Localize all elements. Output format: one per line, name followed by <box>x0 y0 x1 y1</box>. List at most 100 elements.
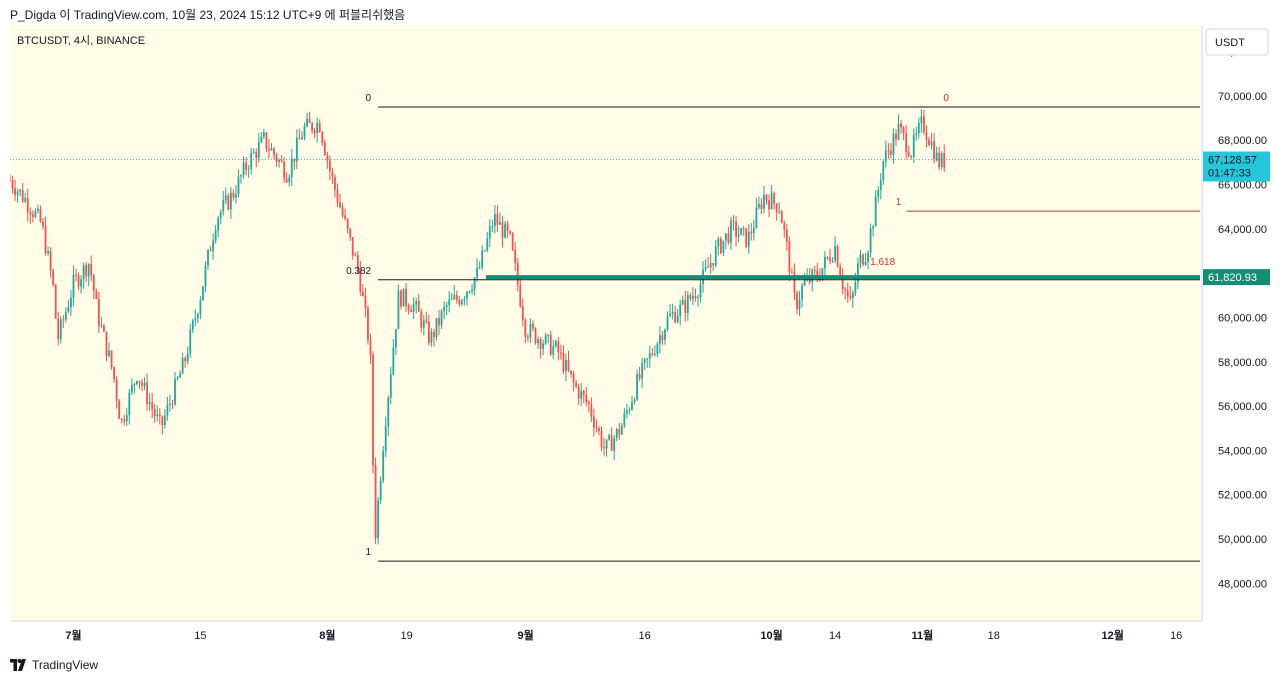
candle-body <box>128 392 131 416</box>
price-tick-label[interactable]: 50,000.00 <box>1218 534 1267 546</box>
candle-body <box>361 291 364 296</box>
candle-body <box>537 339 539 343</box>
price-tick-label[interactable]: 58,000.00 <box>1218 357 1267 369</box>
time-tick-label[interactable]: 12월 <box>1102 628 1124 642</box>
candle-body <box>184 357 187 362</box>
candle-body <box>549 334 552 355</box>
price-tick-label[interactable]: 54,000.00 <box>1218 445 1267 457</box>
candle-body <box>420 311 423 328</box>
time-tick-label[interactable]: 18 <box>988 630 1000 642</box>
candle-body <box>615 428 618 439</box>
candle-body <box>252 152 255 154</box>
candle-body <box>455 295 458 300</box>
candle-body <box>590 404 593 417</box>
candle-body <box>770 193 773 210</box>
candle-body <box>453 295 456 299</box>
candle-body <box>301 137 303 140</box>
price-tick-label[interactable]: 52,000.00 <box>1218 490 1267 502</box>
time-tick-label[interactable]: 14 <box>829 630 841 642</box>
candle-body <box>849 295 852 299</box>
candle-body <box>488 226 491 239</box>
candle-body <box>846 290 849 296</box>
price-tick-label[interactable]: 48,000.00 <box>1218 578 1267 590</box>
candle-body <box>311 122 314 131</box>
candle-body <box>115 379 118 401</box>
time-tick-label[interactable]: 8월 <box>319 628 335 642</box>
candle-body <box>671 312 674 314</box>
candle-body <box>14 188 16 195</box>
candle-body <box>636 374 638 400</box>
candle-body <box>397 290 400 330</box>
candle-body <box>897 123 900 140</box>
time-tick-label[interactable]: 19 <box>401 630 413 642</box>
candle-body <box>692 295 694 299</box>
publish-attribution: P_Digda 이 TradingView.com, 10월 23, 2024 … <box>10 8 406 22</box>
bar-countdown-label[interactable]: 01:47:33 <box>1208 168 1251 180</box>
candle-body <box>19 189 22 192</box>
time-tick-label[interactable]: 16 <box>639 630 651 642</box>
candle-body <box>166 404 169 416</box>
price-tick-label[interactable]: 70,000.00 <box>1218 91 1267 103</box>
time-tick-label[interactable]: 9월 <box>518 628 534 642</box>
candle-body <box>623 413 626 426</box>
candle-body <box>24 198 27 202</box>
time-tick-label[interactable]: 16 <box>1170 630 1182 642</box>
candle-body <box>689 295 692 299</box>
candle-body <box>212 240 214 252</box>
candle-body <box>499 222 501 225</box>
candle-body <box>219 211 222 219</box>
candle-body <box>765 194 768 201</box>
footer-brand-text[interactable]: TradingView <box>32 658 98 672</box>
candle-body <box>887 150 890 152</box>
support-price-label[interactable]: 61,820.93 <box>1208 272 1257 284</box>
candle-body <box>44 225 47 254</box>
currency-button[interactable]: USDT <box>1205 28 1269 56</box>
footer-brand[interactable]: TradingView <box>10 656 98 674</box>
candle-body <box>384 426 387 452</box>
candle-body <box>631 402 633 410</box>
candle-body <box>869 228 872 253</box>
candle-body <box>928 139 930 146</box>
candle-body <box>59 319 62 340</box>
candle-body <box>491 226 494 228</box>
candle-body <box>169 403 171 405</box>
candle-body <box>326 154 329 161</box>
candle-body <box>544 335 547 344</box>
candle-body <box>163 415 166 426</box>
candle-body <box>709 263 712 268</box>
candle-body <box>344 215 347 219</box>
candle-body <box>509 231 512 234</box>
time-tick-label[interactable]: 10월 <box>760 628 782 642</box>
candle-body <box>516 263 519 285</box>
candle-body <box>179 373 181 378</box>
candle-body <box>468 291 471 293</box>
candle-body <box>176 377 179 379</box>
time-tick-label[interactable]: 11월 <box>911 628 933 642</box>
candle-body <box>542 343 545 349</box>
price-tick-label[interactable]: 56,000.00 <box>1218 401 1267 413</box>
fib-level-label: 0.382 <box>346 266 371 277</box>
price-tick-label[interactable]: 64,000.00 <box>1218 224 1267 236</box>
candle-body <box>504 223 506 238</box>
price-tick-label[interactable]: 68,000.00 <box>1218 135 1267 147</box>
candle-body <box>392 347 395 375</box>
candle-body <box>707 266 710 268</box>
candlestick-chart[interactable]: 0 0.382 1 0 1 1.618 48,000.00 50,000.00 52,000.… <box>10 25 1270 648</box>
candle-body <box>196 314 199 319</box>
time-tick-label[interactable]: 7월 <box>65 628 81 642</box>
candle-body <box>643 359 646 363</box>
current-price-label[interactable]: 67,128.57 <box>1208 155 1257 167</box>
candle-body <box>417 300 420 312</box>
candle-body <box>905 133 908 153</box>
candle-body <box>610 435 613 451</box>
time-tick-label[interactable]: 15 <box>194 630 206 642</box>
chart-container[interactable]: 0 0.382 1 0 1 1.618 48,000.00 50,000.00 52,000.… <box>10 25 1270 648</box>
candle-body <box>603 447 605 449</box>
price-tick-label[interactable]: 60,000.00 <box>1218 312 1267 324</box>
candle-body <box>471 289 473 292</box>
candle-body <box>224 195 227 201</box>
candle-body <box>16 191 19 195</box>
currency-label[interactable]: USDT <box>1215 37 1245 49</box>
candle-body <box>638 374 641 379</box>
candle-body <box>339 202 341 208</box>
